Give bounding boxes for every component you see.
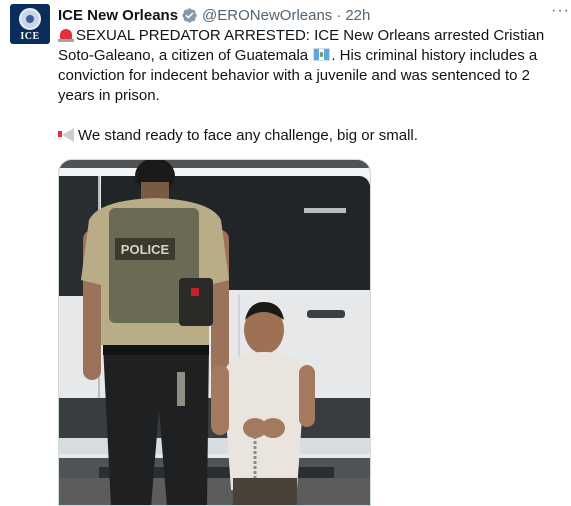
arrest-photo: POLICE <box>59 160 370 505</box>
tweet-text: SEXUAL PREDATOR ARRESTED: ICE New Orlean… <box>58 26 563 146</box>
avatar[interactable]: ICE <box>10 4 50 44</box>
paragraph-2: We stand ready to face any challenge, bi… <box>58 126 563 146</box>
guatemala-flag-icon <box>313 48 331 61</box>
paragraph-2-text: We stand ready to face any challenge, bi… <box>78 127 418 144</box>
display-name[interactable]: ICE New Orleans <box>58 7 178 24</box>
separator-dot: · <box>336 6 342 24</box>
verified-badge-icon <box>182 7 197 23</box>
megaphone-icon <box>58 128 76 142</box>
timestamp[interactable]: 22h <box>345 7 370 24</box>
avatar-text: ICE <box>20 31 40 42</box>
tweet-header: ICE New Orleans @ERONewOrleans · 22h <box>58 5 370 25</box>
tweet[interactable]: ICE ICE New Orleans @ERONewOrleans · 22h… <box>0 0 571 506</box>
paragraph-1: SEXUAL PREDATOR ARRESTED: ICE New Orlean… <box>58 26 563 106</box>
police-car-light-icon <box>58 27 74 42</box>
vest-label: POLICE <box>121 242 170 257</box>
handle[interactable]: @ERONewOrleans <box>202 7 332 24</box>
more-options-icon[interactable]: ··· <box>551 3 569 20</box>
dhs-seal-icon <box>19 8 41 30</box>
tweet-photo[interactable]: POLICE <box>58 159 371 506</box>
